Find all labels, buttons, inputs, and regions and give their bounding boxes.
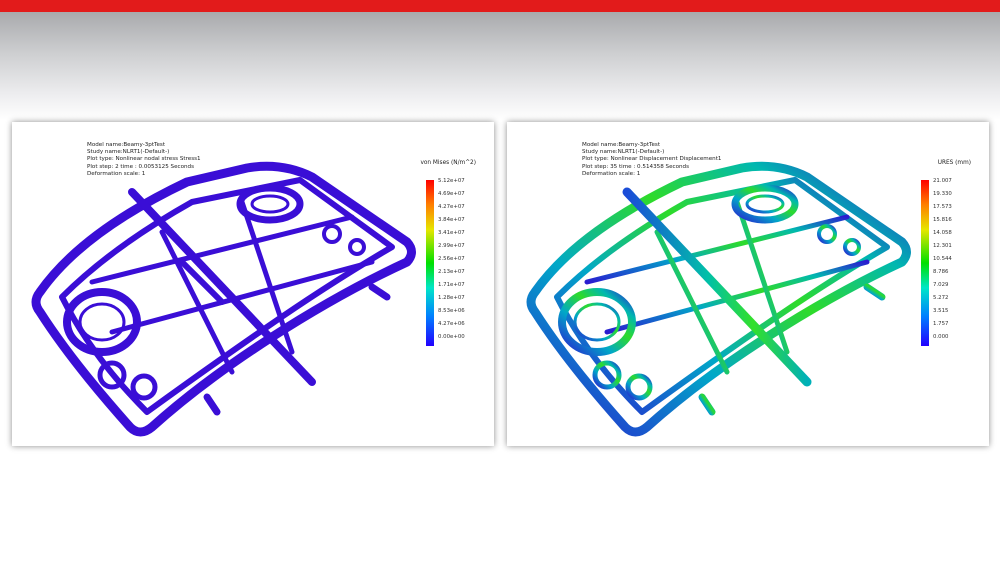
legend-label: 1.28e+07 — [438, 295, 465, 301]
legend-label: 2.56e+07 — [438, 256, 465, 262]
legend-label: 14.058 — [933, 230, 952, 236]
header-gradient — [0, 12, 1000, 120]
legend-label: 21.007 — [933, 178, 952, 184]
legend-labels: 21.007 19.330 17.573 15.816 14.058 12.30… — [933, 178, 973, 348]
legend-label: 3.41e+07 — [438, 230, 465, 236]
top-accent-bar — [0, 0, 1000, 12]
legend-title: URES (mm) — [937, 160, 971, 166]
legend-label: 10.544 — [933, 256, 952, 262]
stress-part-view — [31, 161, 416, 437]
legend-label: 17.573 — [933, 204, 952, 210]
legend-label: 8.786 — [933, 269, 949, 275]
legend-label: 3.515 — [933, 308, 949, 314]
legend-label: 0.000 — [933, 334, 949, 340]
legend-label: 4.69e+07 — [438, 191, 465, 197]
legend-label: 0.00e+00 — [438, 334, 465, 340]
legend-label: 2.13e+07 — [438, 269, 465, 275]
legend-label: 15.816 — [933, 217, 952, 223]
legend-label: 1.71e+07 — [438, 282, 465, 288]
legend-label: 8.53e+06 — [438, 308, 465, 314]
legend-title: von Mises (N/m^2) — [420, 160, 476, 166]
legend-labels: 5.12e+07 4.69e+07 4.27e+07 3.84e+07 3.41… — [438, 178, 478, 348]
legend-label: 3.84e+07 — [438, 217, 465, 223]
legend-label: 4.27e+06 — [438, 321, 465, 327]
displacement-legend: URES (mm) 21.007 19.330 17.573 15.816 14… — [921, 160, 971, 360]
legend-label: 5.12e+07 — [438, 178, 465, 184]
displacement-part-view — [526, 161, 911, 437]
legend-label: 19.330 — [933, 191, 952, 197]
stress-plot-panel: Model name:Beamy-3ptTest Study name:NLRT… — [12, 122, 494, 446]
legend-label: 7.029 — [933, 282, 949, 288]
legend-color-bar — [426, 180, 434, 346]
legend-label: 5.272 — [933, 295, 949, 301]
legend-label: 4.27e+07 — [438, 204, 465, 210]
legend-color-bar — [921, 180, 929, 346]
legend-label: 2.99e+07 — [438, 243, 465, 249]
legend-label: 12.301 — [933, 243, 952, 249]
displacement-plot-panel: Model name:Beamy-3ptTest Study name:NLRT… — [507, 122, 989, 446]
legend-label: 1.757 — [933, 321, 949, 327]
stress-legend: von Mises (N/m^2) 5.12e+07 4.69e+07 4.27… — [420, 160, 478, 360]
